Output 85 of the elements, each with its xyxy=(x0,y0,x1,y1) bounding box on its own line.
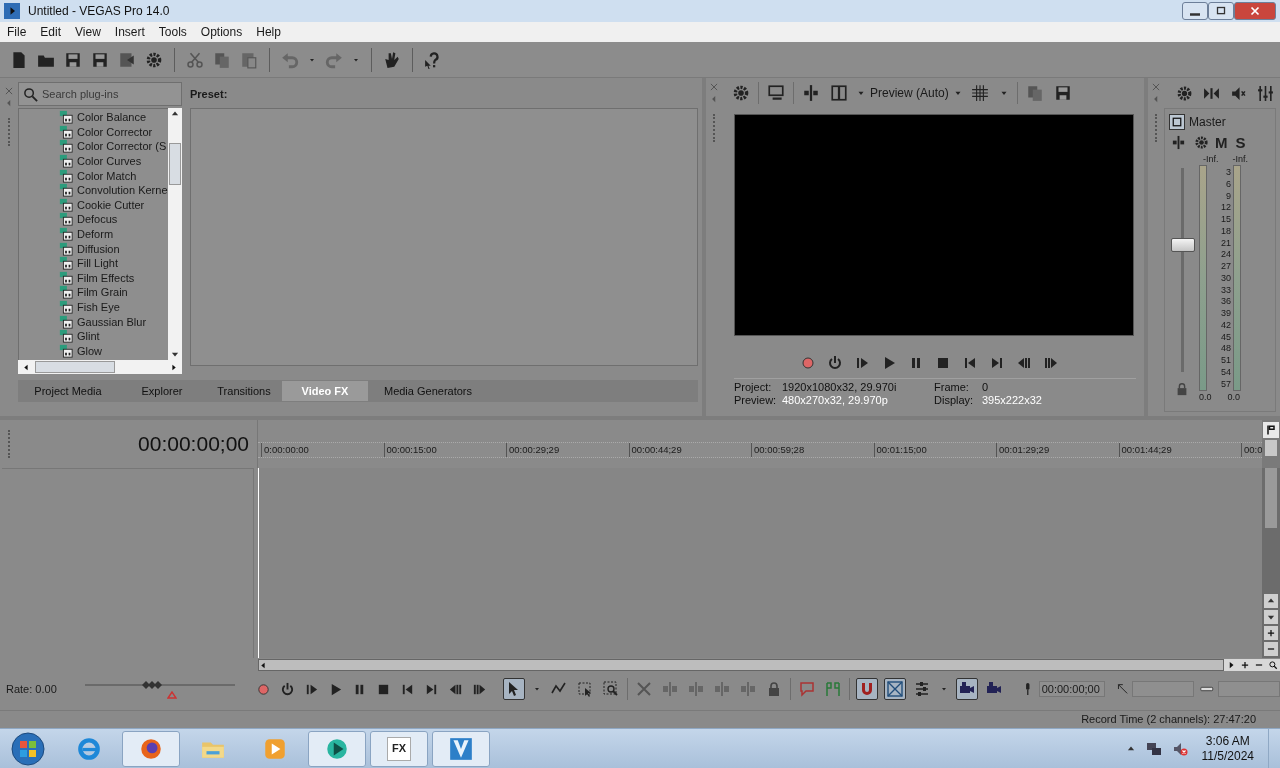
meter-scale-label: 30 xyxy=(1220,272,1231,283)
plugin-item[interactable]: Color Corrector (S xyxy=(77,139,167,154)
search-field[interactable]: Search plug-ins xyxy=(18,82,182,106)
info-label: Preview: xyxy=(734,394,778,407)
info-value: 1920x1080x32, 29.970i xyxy=(782,381,897,394)
menu-item[interactable]: Options xyxy=(193,22,250,42)
menu-item[interactable]: File xyxy=(0,22,34,42)
plugin-item[interactable]: Defocus xyxy=(77,212,118,227)
plugin-item[interactable]: Fish Eye xyxy=(77,300,120,314)
plugin-item[interactable]: Gaussian Blur xyxy=(77,314,147,329)
panel-tab[interactable]: Video FX xyxy=(282,381,368,401)
bus-name: Master xyxy=(1189,114,1226,131)
meter-scale-label: 45 xyxy=(1220,331,1231,342)
ruler-label: 00:01:29;29 xyxy=(999,444,1050,455)
plugin-item[interactable]: Diffusion xyxy=(77,241,120,256)
panel-tab[interactable]: Explorer xyxy=(118,381,206,401)
solo-button[interactable]: S xyxy=(1235,134,1246,151)
plugin-item[interactable]: Color Match xyxy=(77,168,137,183)
meter-scale-label: 21 xyxy=(1220,237,1231,248)
clock-time: 3:06 AM xyxy=(1205,733,1250,749)
preset-label: Preset: xyxy=(190,87,229,100)
peak-value: -Inf. xyxy=(1232,154,1249,165)
menu-item[interactable]: Insert xyxy=(107,22,152,42)
meter-reading: 0.0 xyxy=(1199,392,1212,403)
ruler-label: 00:00:44;29 xyxy=(631,444,682,455)
plugin-item[interactable]: Deform xyxy=(77,227,114,242)
meter-scale-label: 51 xyxy=(1220,355,1231,366)
panel-tab[interactable]: Transitions xyxy=(206,381,282,401)
mute-button[interactable]: M xyxy=(1215,134,1228,151)
cursor-time-field[interactable]: 00:00:00;00 xyxy=(1038,681,1105,697)
meter-scale-label: 9 xyxy=(1225,190,1231,201)
meter-scale-label: 15 xyxy=(1220,214,1231,225)
meter-scale-label: 24 xyxy=(1220,249,1231,260)
meter-scale-label: 57 xyxy=(1220,378,1231,389)
plugin-item[interactable]: Color Curves xyxy=(77,154,142,169)
meter-scale-label: 54 xyxy=(1220,367,1231,377)
panel-tab[interactable]: Media Generators xyxy=(368,381,488,401)
meter-scale-label: 6 xyxy=(1225,178,1231,189)
menu-item[interactable]: View xyxy=(68,22,108,42)
peak-value: -Inf. xyxy=(1203,154,1219,165)
plugin-item[interactable]: Color Corrector xyxy=(77,124,153,139)
ruler-label: 00:00:29;29 xyxy=(509,444,560,455)
rate-label: Rate: 0.00 xyxy=(6,681,57,697)
ruler-label: 0:00:00:00 xyxy=(264,444,309,455)
taskbar-app-button[interactable]: FX xyxy=(370,730,428,767)
search-input[interactable]: Search plug-ins xyxy=(42,85,162,103)
clock-date: 11/5/2024 xyxy=(1201,748,1254,764)
info-value: 395x222x32 xyxy=(982,394,1042,407)
meter-scale-label: 48 xyxy=(1220,343,1231,354)
ruler-label: 00:00:15:00 xyxy=(386,444,437,455)
info-label: Frame: xyxy=(934,381,970,394)
plugin-item[interactable]: Film Effects xyxy=(77,270,135,285)
plugin-item[interactable]: Glint xyxy=(77,329,100,344)
plugin-item[interactable]: Film Grain xyxy=(77,285,128,300)
plugin-item[interactable]: Cookie Cutter xyxy=(77,197,145,212)
ruler-label: 00:0 xyxy=(1244,444,1262,455)
meter-scale-label: 39 xyxy=(1220,308,1231,319)
ruler-label: 00:01:15;00 xyxy=(876,444,927,455)
time-display: 00:00:00;00 xyxy=(138,431,249,458)
quality-dropdown[interactable]: Preview (Auto) xyxy=(856,82,963,104)
info-value: 0 xyxy=(982,381,989,394)
plugin-item[interactable]: Glow xyxy=(77,343,103,358)
menu-item[interactable]: Tools xyxy=(151,22,194,42)
ruler-label: 00:01:44;29 xyxy=(1121,444,1172,455)
clock[interactable]: 3:06 AM 11/5/2024 xyxy=(1201,733,1254,764)
meter-scale-label: 42 xyxy=(1220,319,1231,330)
window-title: Untitled - VEGAS Pro 14.0 xyxy=(28,3,170,20)
meter-scale-label: 3 xyxy=(1225,167,1231,177)
info-value: 480x270x32, 29.970p xyxy=(782,394,888,407)
ruler-label: 00:00:59;28 xyxy=(754,444,805,455)
panel-tab[interactable]: Project Media xyxy=(18,381,118,401)
meter-scale-label: 27 xyxy=(1220,261,1231,272)
meter-scale-label: 18 xyxy=(1220,225,1231,236)
meter-scale-label: 12 xyxy=(1220,202,1231,213)
status-text: Record Time (2 channels): 27:47:20 xyxy=(1081,712,1256,728)
plugin-item[interactable]: Fill Light xyxy=(77,256,118,271)
plugin-item[interactable]: Convolution Kerne xyxy=(77,183,168,198)
meter-reading: 0.0 xyxy=(1227,392,1241,403)
info-label: Project: xyxy=(734,381,773,394)
info-label: Display: xyxy=(934,394,975,407)
menu-item[interactable]: Edit xyxy=(33,22,69,42)
plugin-item[interactable]: Color Balance xyxy=(77,110,147,125)
menu-item[interactable]: Help xyxy=(249,22,288,42)
meter-scale-label: 36 xyxy=(1220,296,1231,307)
meter-scale-label: 33 xyxy=(1220,284,1231,295)
